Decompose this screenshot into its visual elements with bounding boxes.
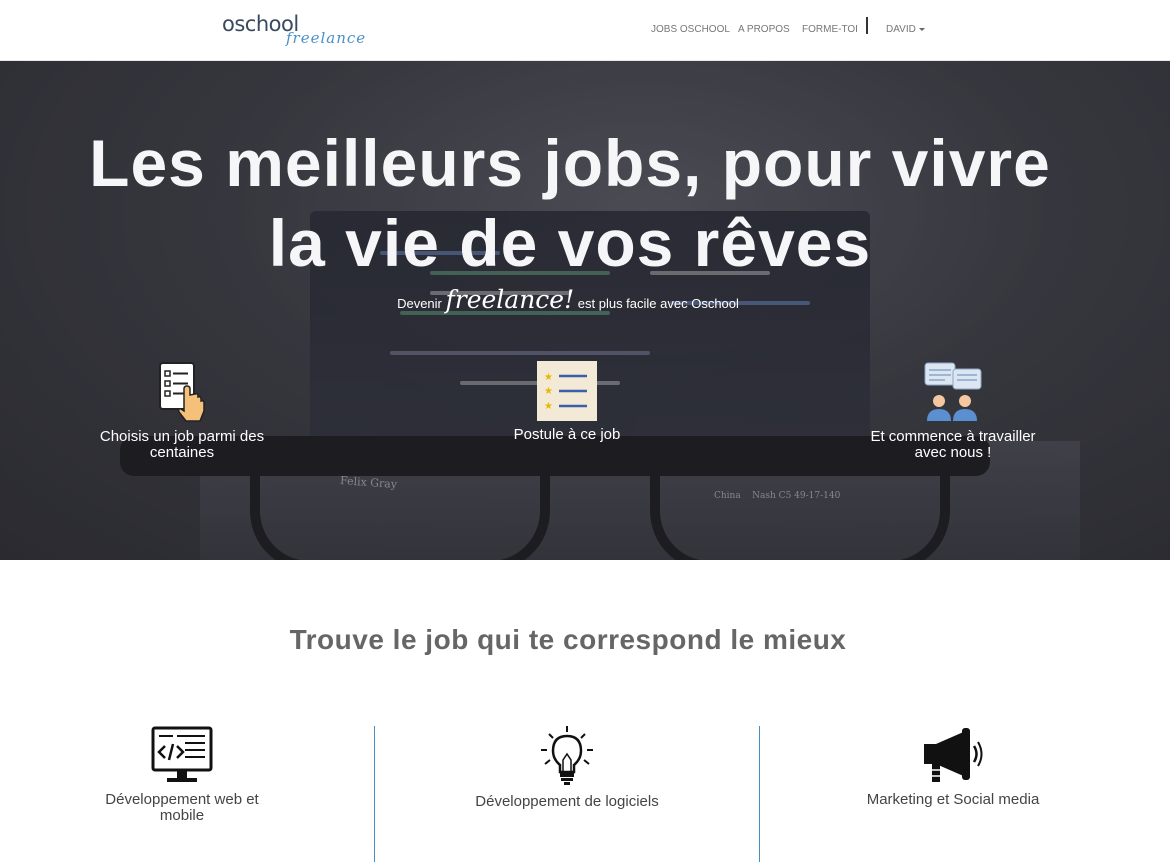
- logo-script: freelance: [286, 29, 367, 47]
- lightbulb-icon: [541, 726, 593, 785]
- code-monitor-icon: [151, 726, 213, 782]
- svg-text:★: ★: [544, 386, 553, 397]
- checklist-hand-icon: [159, 362, 205, 422]
- hero-step-apply: ★ ★ ★ Postule à ce job: [477, 361, 657, 443]
- hero-step-label: Postule à ce job: [513, 426, 621, 443]
- nav-link-forme-toi[interactable]: FORME-TOI: [802, 24, 858, 35]
- star-list-icon: ★ ★ ★: [537, 361, 597, 421]
- navbar: oschool freelance JOBS OSCHOOL A PROPOS …: [0, 0, 1170, 61]
- hero-title-line-1: Les meilleurs jobs, pour vivre: [89, 126, 1051, 200]
- oschool-freelance-logo[interactable]: oschool freelance: [222, 12, 365, 52]
- hero-subtitle-before: Devenir: [397, 296, 442, 311]
- svg-text:★: ★: [544, 372, 553, 383]
- category-divider: [374, 726, 375, 862]
- hero-subtitle: Devenir freelance! est plus facile avec …: [0, 285, 1136, 314]
- hero-banner: Felix Gray China Nash C5 49-17-140 Les m…: [0, 61, 1170, 560]
- nav-link-a-propos[interactable]: A PROPOS: [738, 24, 790, 35]
- category-divider: [759, 726, 760, 862]
- category-marketing[interactable]: Marketing et Social media: [853, 726, 1053, 808]
- hero-subtitle-script: freelance!: [445, 285, 575, 314]
- svg-text:★: ★: [544, 401, 553, 412]
- nav-link-jobs-oschool[interactable]: JOBS OSCHOOL: [651, 24, 730, 35]
- category-label: Développement de logiciels: [475, 793, 659, 810]
- user-menu-dropdown[interactable]: DAVID: [886, 24, 925, 35]
- category-label: Marketing et Social media: [866, 791, 1040, 808]
- user-menu-label: DAVID: [886, 24, 916, 35]
- categories-title: Trouve le job qui te correspond le mieux: [289, 624, 847, 655]
- megaphone-icon: [924, 728, 983, 782]
- hero-step-label: Choisis un job parmi des centaines: [99, 428, 265, 461]
- category-label: Développement web et mobile: [105, 791, 259, 824]
- hero-subtitle-after: est plus facile avec Oschool: [577, 296, 739, 311]
- hero-step-label: Et commence à travailler avec nous !: [870, 428, 1036, 461]
- caret-down-icon: [918, 27, 925, 31]
- people-chat-icon: [924, 362, 982, 421]
- hero-step-start-working: Et commence à travailler avec nous !: [863, 361, 1043, 461]
- hero-title-line-2: la vie de vos rêves: [268, 206, 872, 280]
- hero-step-choose-job: Choisis un job parmi des centaines: [92, 361, 272, 461]
- hero-title: Les meilleurs jobs, pour vivre la vie de…: [0, 123, 1140, 283]
- category-web-mobile[interactable]: Développement web et mobile: [82, 726, 282, 824]
- nav-separator: [866, 17, 868, 34]
- category-software[interactable]: Développement de logiciels: [467, 726, 667, 810]
